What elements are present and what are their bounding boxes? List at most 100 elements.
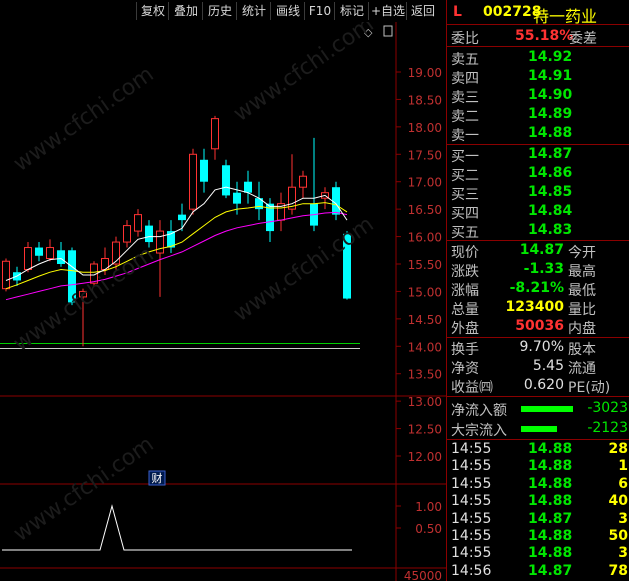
tick-volume: 3 <box>618 545 628 562</box>
tick-price: 14.87 <box>528 510 573 527</box>
bid-price: 14.85 <box>528 184 573 200</box>
tick-volume: 3 <box>618 510 628 527</box>
tick-volume: 78 <box>608 562 628 579</box>
weibi-label: 委比 <box>451 31 479 47</box>
fundamental-label: 收益㈣ <box>451 380 493 396</box>
candle <box>46 247 54 260</box>
ask-level-label: 卖一 <box>451 128 479 144</box>
ask-level-label: 卖三 <box>451 90 479 106</box>
tick-volume: 40 <box>608 493 628 510</box>
quote-label: 现价 <box>451 245 479 261</box>
ask-price: 14.91 <box>528 68 573 84</box>
watermark: www.cfchi.com <box>229 22 378 127</box>
toolbar-button-5[interactable]: F10 <box>304 2 335 20</box>
price-axis-label: 19.00 <box>408 66 442 80</box>
fundamental-value: 0.620 <box>523 377 564 393</box>
candle <box>178 214 186 221</box>
weibi-value: 55.18% <box>515 28 574 44</box>
tick-time: 14:55 <box>451 493 492 510</box>
price-axis-label: 12.00 <box>408 450 442 464</box>
price-axis-label: 17.50 <box>408 148 442 162</box>
ask-level-label: 卖二 <box>451 109 479 125</box>
toolbar-button-1[interactable]: 叠加 <box>168 2 203 20</box>
candle <box>200 159 208 182</box>
ask-price: 14.89 <box>528 106 573 122</box>
fundamental-value: 5.45 <box>532 358 564 374</box>
fundamental-label2: PE(动) <box>568 380 611 396</box>
candle <box>222 165 230 196</box>
bid-level-label: 买一 <box>451 149 479 165</box>
candle <box>57 250 65 264</box>
kline-svg[interactable]: ◇19.0018.5018.0017.5017.0016.5016.0015.5… <box>0 22 446 581</box>
bid-level-label: 买三 <box>451 187 479 203</box>
toolbar-button-2[interactable]: 历史 <box>202 2 237 20</box>
price-axis-label: 14.50 <box>408 313 442 327</box>
kline-chart[interactable]: ◇ 19.00 18.50 18.00 17.50 17.00 16.50 16.00 15.5… <box>0 22 446 581</box>
tick-time: 14:55 <box>451 545 492 562</box>
ask-price: 14.90 <box>528 87 573 103</box>
panel-divider <box>447 439 629 440</box>
scroll-box-icon <box>383 25 393 37</box>
tick-time: 14:55 <box>451 475 492 492</box>
quote-value: -8.21% <box>509 280 564 296</box>
tick-price: 14.88 <box>528 545 573 562</box>
quote-label: 外盘 <box>451 321 479 337</box>
volume-axis-label: 45000 <box>404 569 442 581</box>
toolbar-button-0[interactable]: 复权 <box>136 2 169 20</box>
flow-label: 净流入额 <box>451 403 507 419</box>
panel-divider <box>447 396 629 397</box>
toolbar-button-8[interactable]: 返回 <box>406 2 439 20</box>
watermark: www.cfchi.com <box>229 212 378 327</box>
tick-time: 14:55 <box>451 441 492 457</box>
fundamental-value: 9.70% <box>519 339 564 355</box>
quote-value: 123400 <box>505 299 564 315</box>
candle <box>244 181 252 193</box>
panel-divider <box>447 337 629 338</box>
panel-divider <box>447 240 629 241</box>
quote-label2: 最低 <box>568 283 596 299</box>
quote-value: 50036 <box>515 318 564 334</box>
fundamental-label: 换手 <box>451 342 479 358</box>
price-axis-label: 16.00 <box>408 231 442 245</box>
panel-divider <box>447 46 629 47</box>
tick-volume: 6 <box>618 475 628 492</box>
tick-time: 14:55 <box>451 528 492 544</box>
flow-bar <box>521 426 557 432</box>
candle <box>123 225 131 243</box>
fundamental-label2: 股本 <box>568 342 596 358</box>
ask-price: 14.88 <box>528 125 573 141</box>
tick-time: 14:56 <box>451 562 492 579</box>
toolbar-button-4[interactable]: 画线 <box>270 2 305 20</box>
flow-label: 大宗流入 <box>451 423 507 439</box>
quote-label: 总量 <box>451 302 479 318</box>
bid-level-label: 买二 <box>451 168 479 184</box>
finance-marker: 财 <box>152 471 163 485</box>
flow-value: -3023 <box>587 400 628 416</box>
price-axis-label: 17.00 <box>408 176 442 190</box>
candle <box>35 247 43 256</box>
chart-toolbar: 复权 叠加 历史 统计 画线 F10 标记 +自选 返回 <box>0 0 446 22</box>
price-axis-label: 14.00 <box>408 340 442 354</box>
toolbar-button-6[interactable]: 标记 <box>334 2 369 20</box>
bid-price: 14.86 <box>528 165 573 181</box>
watermark: www.cfchi.com <box>9 432 158 547</box>
price-axis-label: 18.50 <box>408 93 442 107</box>
ask-level-label: 卖四 <box>451 71 479 87</box>
candle <box>332 187 340 215</box>
toolbar-button-7[interactable]: +自选 <box>368 2 407 20</box>
toolbar-button-3[interactable]: 统计 <box>236 2 271 20</box>
price-axis-label: 13.00 <box>408 395 442 409</box>
bid-price: 14.83 <box>528 222 573 238</box>
tick-price: 14.87 <box>528 562 573 579</box>
tick-volume: 28 <box>608 441 628 457</box>
ask-price: 14.92 <box>528 49 573 65</box>
tick-price: 14.88 <box>528 493 573 510</box>
tick-price: 14.88 <box>528 475 573 492</box>
tick-time: 14:55 <box>451 510 492 527</box>
fundamental-label2: 流通 <box>568 361 596 377</box>
candle <box>189 153 197 210</box>
weicha-label: 委差 <box>569 31 597 47</box>
quote-label: 涨幅 <box>451 283 479 299</box>
panel-divider <box>447 24 629 25</box>
quote-label2: 今开 <box>568 245 596 261</box>
